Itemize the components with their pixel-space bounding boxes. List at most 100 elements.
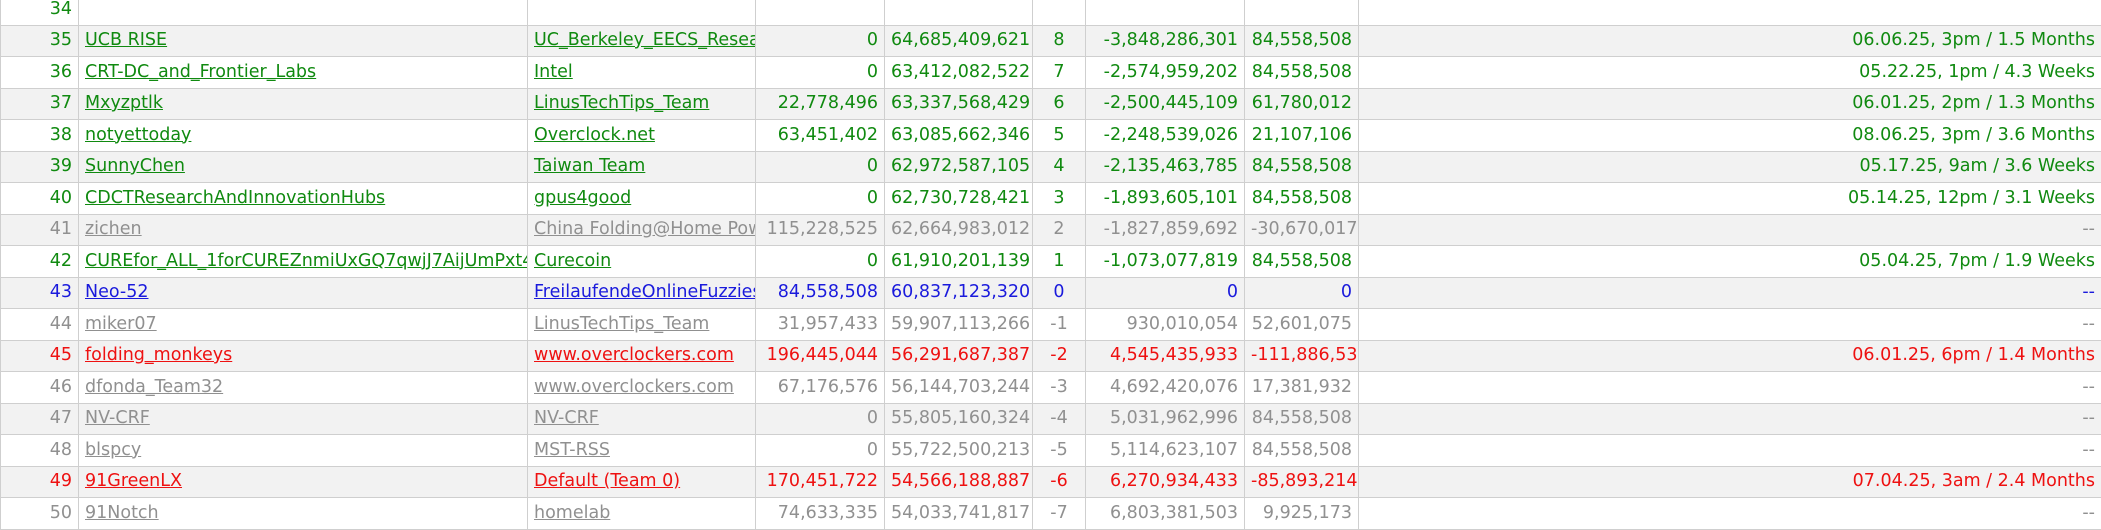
day-points-cell: 170,451,722 (756, 466, 885, 498)
rank-change-cell: -5 (1033, 435, 1086, 467)
rank-cell: 46 (1, 372, 79, 404)
day-points-cell: 84,558,508 (756, 277, 885, 309)
eta-cell (1359, 0, 2101, 25)
user-link[interactable]: Mxyzptlk (85, 93, 163, 113)
daily-diff-cell: -85,893,214 (1245, 466, 1359, 498)
rank-change-cell: 2 (1033, 214, 1086, 246)
team-link[interactable]: LinusTechTips_Team (534, 314, 709, 334)
user-link[interactable]: Neo-52 (85, 282, 148, 302)
user-link[interactable]: UCB RISE (85, 30, 167, 50)
rank-cell: 40 (1, 183, 79, 215)
team-link[interactable]: Curecoin (534, 251, 611, 271)
user-link[interactable]: SunnyChen (85, 156, 185, 176)
team-link[interactable]: Intel (534, 62, 573, 82)
team-link[interactable]: homelab (534, 503, 610, 523)
user-name-cell: folding_monkeys (79, 340, 528, 372)
team-link[interactable]: MST-RSS (534, 440, 610, 460)
eta-cell: -- (1359, 277, 2101, 309)
total-points-cell: 63,412,082,522 (885, 57, 1033, 89)
daily-diff-cell: 84,558,508 (1245, 151, 1359, 183)
points-diff-cell: -3,848,286,301 (1086, 25, 1245, 57)
total-points-cell: 63,085,662,346 (885, 120, 1033, 152)
user-name-cell: UCB RISE (79, 25, 528, 57)
team-link[interactable]: FreilaufendeOnlineFuzzies (534, 282, 756, 302)
user-link[interactable]: notyettoday (85, 125, 191, 145)
total-points-cell: 56,144,703,244 (885, 372, 1033, 404)
team-name-cell: China Folding@Home Power (528, 214, 756, 246)
table-row: 39 SunnyChen Taiwan Team 0 62,972,587,10… (1, 151, 2101, 183)
team-link[interactable]: NV-CRF (534, 408, 599, 428)
team-name-cell: Default (Team 0) (528, 466, 756, 498)
user-link[interactable]: 91GreenLX (85, 471, 182, 491)
daily-diff-cell: 84,558,508 (1245, 57, 1359, 89)
points-diff-cell: 0 (1086, 277, 1245, 309)
table-row: 49 91GreenLX Default (Team 0) 170,451,72… (1, 466, 2101, 498)
user-link[interactable]: CUREfor_ALL_1forCUREZnmiUxGQ7qwjJ7AijUmP… (85, 251, 528, 271)
daily-diff-cell: 84,558,508 (1245, 25, 1359, 57)
team-link[interactable]: gpus4good (534, 188, 631, 208)
user-name-cell: CUREfor_ALL_1forCUREZnmiUxGQ7qwjJ7AijUmP… (79, 246, 528, 278)
table-row: 43 Neo-52 FreilaufendeOnlineFuzzies 84,5… (1, 277, 2101, 309)
day-points-cell: 0 (756, 246, 885, 278)
team-name-cell: FreilaufendeOnlineFuzzies (528, 277, 756, 309)
user-link[interactable]: CDCTResearchAndInnovationHubs (85, 188, 385, 208)
user-link[interactable]: CRT-DC_and_Frontier_Labs (85, 62, 316, 82)
eta-cell: 05.22.25, 1pm / 4.3 Weeks (1359, 57, 2101, 89)
daily-diff-cell: -30,670,017 (1245, 214, 1359, 246)
team-name-cell (528, 0, 756, 25)
eta-cell: -- (1359, 309, 2101, 341)
daily-diff-cell: 84,558,508 (1245, 183, 1359, 215)
table-row: 37 Mxyzptlk LinusTechTips_Team 22,778,49… (1, 88, 2101, 120)
eta-cell: -- (1359, 403, 2101, 435)
team-name-cell: LinusTechTips_Team (528, 309, 756, 341)
user-link[interactable]: dfonda_Team32 (85, 377, 223, 397)
day-points-cell: 0 (756, 25, 885, 57)
rank-cell: 43 (1, 277, 79, 309)
daily-diff-cell: 17,381,932 (1245, 372, 1359, 404)
rank-change-cell: -7 (1033, 498, 1086, 530)
team-link[interactable]: China Folding@Home Power (534, 219, 756, 239)
user-link[interactable]: NV-CRF (85, 408, 150, 428)
team-link[interactable]: LinusTechTips_Team (534, 93, 709, 113)
team-link[interactable]: UC_Berkeley_EECS_Research (534, 30, 756, 50)
table-row: 45 folding_monkeys www.overclockers.com … (1, 340, 2101, 372)
points-diff-cell: -1,073,077,819 (1086, 246, 1245, 278)
day-points-cell: 0 (756, 57, 885, 89)
eta-cell: -- (1359, 214, 2101, 246)
points-diff-cell: -1,827,859,692 (1086, 214, 1245, 246)
team-name-cell: www.overclockers.com (528, 372, 756, 404)
rank-cell: 50 (1, 498, 79, 530)
rank-cell: 34 (1, 0, 79, 25)
user-link[interactable]: 91Notch (85, 503, 159, 523)
user-link[interactable]: folding_monkeys (85, 345, 232, 365)
eta-cell: 06.01.25, 2pm / 1.3 Months (1359, 88, 2101, 120)
team-link[interactable]: www.overclockers.com (534, 345, 734, 365)
total-points-cell: 54,566,188,887 (885, 466, 1033, 498)
points-diff-cell: 5,031,962,996 (1086, 403, 1245, 435)
daily-diff-cell: 9,925,173 (1245, 498, 1359, 530)
daily-diff-cell (1245, 0, 1359, 25)
table-row: 41 zichen China Folding@Home Power 115,2… (1, 214, 2101, 246)
total-points-cell: 61,910,201,139 (885, 246, 1033, 278)
table-row: 46 dfonda_Team32 www.overclockers.com 67… (1, 372, 2101, 404)
user-name-cell: CRT-DC_and_Frontier_Labs (79, 57, 528, 89)
user-link[interactable]: blspcy (85, 440, 141, 460)
rank-change-cell: 1 (1033, 246, 1086, 278)
rank-change-cell: -3 (1033, 372, 1086, 404)
user-name-cell: SunnyChen (79, 151, 528, 183)
rank-change-cell: 0 (1033, 277, 1086, 309)
eta-cell: 08.06.25, 3pm / 3.6 Months (1359, 120, 2101, 152)
user-name-cell: zichen (79, 214, 528, 246)
team-name-cell: Overclock.net (528, 120, 756, 152)
eta-cell: 06.06.25, 3pm / 1.5 Months (1359, 25, 2101, 57)
user-link[interactable]: zichen (85, 219, 142, 239)
team-link[interactable]: Default (Team 0) (534, 471, 680, 491)
team-link[interactable]: Taiwan Team (534, 156, 645, 176)
total-points-cell: 62,664,983,012 (885, 214, 1033, 246)
eta-cell: -- (1359, 435, 2101, 467)
team-link[interactable]: Overclock.net (534, 125, 655, 145)
user-name-cell: miker07 (79, 309, 528, 341)
user-link[interactable]: miker07 (85, 314, 157, 334)
table-row: 40 CDCTResearchAndInnovationHubs gpus4go… (1, 183, 2101, 215)
team-link[interactable]: www.overclockers.com (534, 377, 734, 397)
